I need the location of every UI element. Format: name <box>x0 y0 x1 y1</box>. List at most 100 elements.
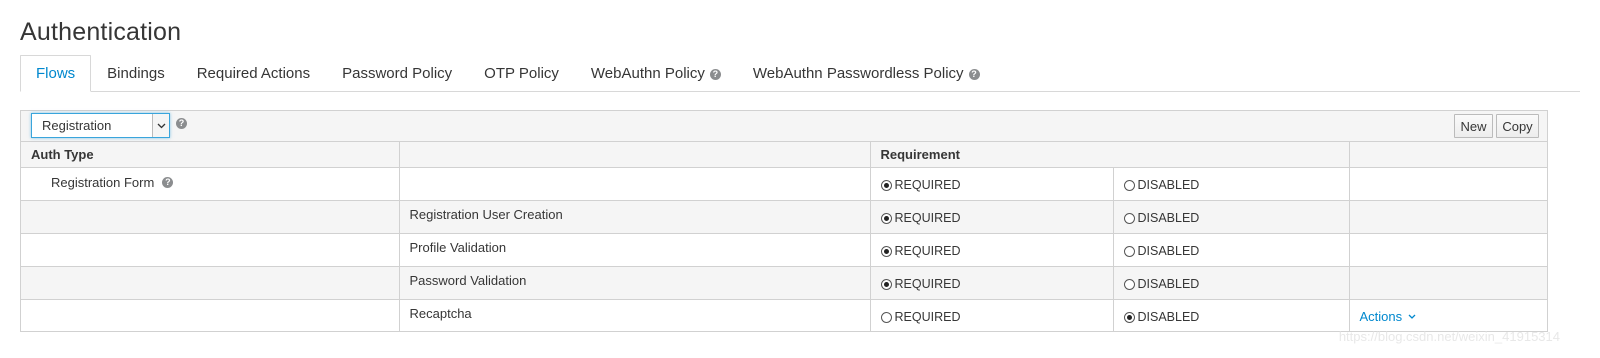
required-option[interactable]: REQUIRED <box>880 277 1103 291</box>
radio-unchecked-icon[interactable] <box>880 311 892 323</box>
execution-name: Password Validation <box>409 272 527 288</box>
disabled-label: DISABLED <box>1137 244 1200 258</box>
execution-cell: Registration User Creation <box>398 200 871 234</box>
disabled-label: DISABLED <box>1137 310 1200 324</box>
required-option[interactable]: REQUIRED <box>880 211 1103 225</box>
actions-cell <box>1348 200 1547 234</box>
help-icon[interactable]: ? <box>709 68 721 80</box>
flow-cell <box>21 299 400 332</box>
required-option[interactable]: REQUIRED <box>880 310 1103 324</box>
radio-unchecked-icon[interactable] <box>1123 278 1135 290</box>
tab-label: WebAuthn Policy <box>590 65 705 82</box>
tab-webauthn-passwordless-policy[interactable]: WebAuthn Passwordless Policy? <box>737 55 996 92</box>
execution-name: Recaptcha <box>409 305 472 321</box>
help-icon[interactable]: ? <box>968 68 980 80</box>
copy-button[interactable]: Copy <box>1496 114 1539 138</box>
table-header-row: Auth Type Requirement <box>21 142 1547 168</box>
table-row: Password Validation REQUIRED DISABLED <box>21 266 1547 300</box>
execution-cell: Profile Validation <box>398 233 871 267</box>
actions-cell: Actions <box>1348 299 1547 332</box>
execution-cell <box>398 167 871 201</box>
new-button[interactable]: New <box>1454 114 1493 138</box>
required-label: REQUIRED <box>894 244 961 258</box>
actions-label: Actions <box>1359 308 1403 324</box>
flow-cell <box>21 233 400 267</box>
actions-cell <box>1348 167 1547 201</box>
page-title: Authentication <box>20 18 182 46</box>
required-label: REQUIRED <box>894 178 961 192</box>
disabled-cell: DISABLED <box>1112 233 1350 267</box>
actions-cell <box>1348 233 1547 267</box>
tab-label: Required Actions <box>196 65 311 82</box>
radio-unchecked-icon[interactable] <box>1123 179 1135 191</box>
radio-checked-icon[interactable] <box>1123 311 1135 323</box>
required-label: REQUIRED <box>894 310 961 324</box>
column-header-auth-type: Auth Type <box>21 142 400 168</box>
flow-select-value: Registration <box>42 118 112 133</box>
disabled-cell: DISABLED <box>1112 200 1350 234</box>
required-cell: REQUIRED <box>869 299 1114 332</box>
flow-cell <box>21 200 400 234</box>
radio-unchecked-icon[interactable] <box>1123 245 1135 257</box>
flow-cell <box>21 266 400 300</box>
radio-checked-icon[interactable] <box>880 278 892 290</box>
required-label: REQUIRED <box>894 277 961 291</box>
disabled-cell: DISABLED <box>1112 299 1350 332</box>
radio-checked-icon[interactable] <box>880 245 892 257</box>
tab-label: OTP Policy <box>484 65 559 82</box>
tab-flows[interactable]: Flows <box>20 55 92 92</box>
actions-dropdown[interactable]: Actions <box>1360 309 1417 324</box>
execution-name: Profile Validation <box>409 239 507 255</box>
radio-checked-icon[interactable] <box>880 212 892 224</box>
executions-table: Auth Type Requirement Registration Form … <box>21 142 1547 332</box>
disabled-label: DISABLED <box>1137 211 1200 225</box>
column-header-blank <box>398 142 871 168</box>
table-row: Registration Form ? REQUIRED DISABLED <box>21 167 1547 201</box>
tab-otp-policy[interactable]: OTP Policy <box>468 55 575 92</box>
chevron-down-icon <box>1408 314 1416 319</box>
required-cell: REQUIRED <box>869 233 1114 267</box>
tab-label: Flows <box>36 64 76 82</box>
table-row: Registration User Creation REQUIRED DISA… <box>21 200 1547 234</box>
disabled-label: DISABLED <box>1137 277 1200 291</box>
disabled-option[interactable]: DISABLED <box>1123 310 1339 324</box>
disabled-option[interactable]: DISABLED <box>1123 277 1339 291</box>
disabled-label: DISABLED <box>1137 178 1200 192</box>
column-header-requirement: Requirement <box>869 142 1350 168</box>
tab-label: WebAuthn Passwordless Policy <box>752 65 964 82</box>
flow-select[interactable]: Registration <box>31 113 170 138</box>
watermark-text: https://blog.csdn.net/weixin_41915314 <box>1338 329 1560 344</box>
disabled-option[interactable]: DISABLED <box>1123 178 1339 192</box>
required-cell: REQUIRED <box>869 167 1114 201</box>
help-icon[interactable]: ? <box>162 176 174 188</box>
disabled-option[interactable]: DISABLED <box>1123 244 1339 258</box>
chevron-down-icon[interactable] <box>152 114 169 137</box>
flows-panel: Registration ? New Copy Auth Type Requir… <box>20 110 1548 332</box>
actions-cell <box>1348 266 1547 300</box>
radio-unchecked-icon[interactable] <box>1123 212 1135 224</box>
disabled-cell: DISABLED <box>1112 266 1350 300</box>
flow-name: Registration Form <box>51 174 155 190</box>
flows-toolbar: Registration ? New Copy <box>21 111 1547 142</box>
tab-required-actions[interactable]: Required Actions <box>181 55 326 92</box>
execution-cell: Recaptcha <box>398 299 871 332</box>
column-header-actions <box>1348 142 1547 168</box>
disabled-option[interactable]: DISABLED <box>1123 211 1339 225</box>
flow-name-wrap: Registration Form ? <box>31 175 389 190</box>
table-row: Recaptcha REQUIRED DISABLED Actions <box>21 299 1547 332</box>
execution-name: Registration User Creation <box>409 206 563 222</box>
tab-bindings[interactable]: Bindings <box>91 55 181 92</box>
required-cell: REQUIRED <box>869 266 1114 300</box>
tab-label: Password Policy <box>342 65 453 82</box>
flow-cell: Registration Form ? <box>21 167 400 201</box>
required-option[interactable]: REQUIRED <box>880 244 1103 258</box>
help-icon[interactable]: ? <box>176 118 187 129</box>
radio-checked-icon[interactable] <box>880 179 892 191</box>
execution-cell: Password Validation <box>398 266 871 300</box>
disabled-cell: DISABLED <box>1112 167 1350 201</box>
required-option[interactable]: REQUIRED <box>880 178 1103 192</box>
required-cell: REQUIRED <box>869 200 1114 234</box>
tab-password-policy[interactable]: Password Policy <box>326 55 468 92</box>
tab-webauthn-policy[interactable]: WebAuthn Policy? <box>575 55 737 92</box>
table-row: Profile Validation REQUIRED DISABLED <box>21 233 1547 267</box>
